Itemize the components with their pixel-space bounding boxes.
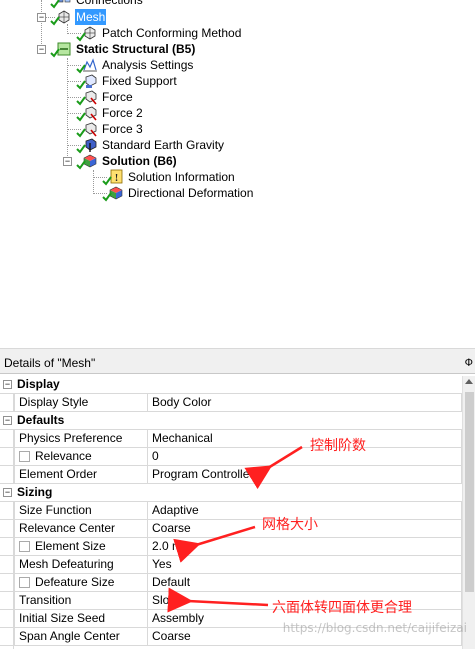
check-icon bbox=[102, 192, 112, 202]
collapse-solution-toggle[interactable]: − bbox=[63, 157, 72, 166]
property-row[interactable]: Display Style Body Color bbox=[0, 394, 462, 412]
connections-icon bbox=[50, 0, 72, 9]
pin-icon[interactable]: Ф bbox=[465, 357, 473, 369]
annotation-transition: 六面体转四面体更合理 bbox=[272, 600, 412, 616]
project-tree: − − − Connections Mesh Patch Conforming … bbox=[0, 0, 475, 348]
group-title: Display bbox=[17, 377, 60, 391]
solution-icon bbox=[76, 153, 98, 170]
property-label: Mesh Defeaturing bbox=[14, 556, 148, 573]
property-row[interactable]: Physics Preference Mechanical bbox=[0, 430, 462, 448]
check-icon bbox=[76, 160, 86, 170]
mesh-icon bbox=[50, 9, 72, 26]
tree-item-static-structural[interactable]: Static Structural (B5) bbox=[50, 41, 196, 58]
property-label: Initial Size Seed bbox=[14, 610, 148, 627]
property-row[interactable]: Mesh Defeaturing Yes bbox=[0, 556, 462, 574]
tree-item-force-2[interactable]: Force 2 bbox=[76, 105, 144, 122]
scroll-up-arrow-icon[interactable] bbox=[465, 379, 473, 384]
collapse-mesh-toggle[interactable]: − bbox=[37, 13, 46, 22]
tree-item-label: Force bbox=[102, 90, 133, 104]
tree-item-solution[interactable]: Solution (B6) bbox=[76, 153, 178, 170]
property-row[interactable]: Element Order Program Controlled bbox=[0, 466, 462, 484]
directional-deformation-icon bbox=[102, 185, 124, 202]
scroll-thumb[interactable] bbox=[465, 392, 474, 592]
tree-item-label: Force 2 bbox=[102, 106, 143, 120]
details-header: Details of "Mesh" Ф bbox=[0, 352, 475, 374]
details-title: Details of "Mesh" bbox=[4, 355, 96, 370]
tree-item-connections[interactable]: Connections bbox=[50, 0, 144, 9]
analysis-settings-icon bbox=[76, 57, 98, 74]
property-label: Display Style bbox=[14, 394, 148, 411]
property-row[interactable]: Defeature Size Default bbox=[0, 574, 462, 592]
property-label: Defeature Size bbox=[35, 575, 115, 589]
tree-item-force[interactable]: Force bbox=[76, 89, 134, 106]
mesh-method-icon bbox=[76, 25, 98, 42]
property-row[interactable]: Relevance 0 bbox=[0, 448, 462, 466]
property-label: Span Angle Center bbox=[14, 628, 148, 645]
details-scrollbar[interactable] bbox=[462, 376, 475, 649]
tree-item-label: Connections bbox=[76, 0, 143, 7]
tree-item-label: Force 3 bbox=[102, 122, 143, 136]
tree-item-label: Patch Conforming Method bbox=[102, 26, 242, 40]
parameter-checkbox[interactable] bbox=[19, 577, 30, 588]
annotation-element-order: 控制阶数 bbox=[310, 438, 366, 454]
tree-item-solution-information[interactable]: ! Solution Information bbox=[102, 169, 236, 186]
collapse-group-toggle[interactable]: − bbox=[3, 416, 12, 425]
group-defaults[interactable]: − Defaults bbox=[0, 412, 462, 430]
fixed-support-icon bbox=[76, 73, 98, 90]
tree-item-label: Standard Earth Gravity bbox=[102, 138, 225, 152]
property-value[interactable]: Mechanical bbox=[148, 430, 462, 447]
tree-item-mesh[interactable]: Mesh bbox=[50, 9, 107, 26]
property-value[interactable]: Program Controlled bbox=[148, 466, 462, 483]
svg-text:!: ! bbox=[115, 173, 118, 184]
collapse-group-toggle[interactable]: − bbox=[3, 488, 12, 497]
static-structural-icon bbox=[50, 41, 72, 58]
tree-item-force-3[interactable]: Force 3 bbox=[76, 121, 144, 138]
property-value[interactable]: Body Color bbox=[148, 394, 462, 411]
property-label: Relevance Center bbox=[14, 520, 148, 537]
collapse-group-toggle[interactable]: − bbox=[3, 380, 12, 389]
check-icon bbox=[50, 0, 60, 9]
tree-item-directional-deformation[interactable]: Directional Deformation bbox=[102, 185, 254, 202]
group-title: Defaults bbox=[17, 413, 65, 427]
parameter-checkbox[interactable] bbox=[19, 541, 30, 552]
force-icon bbox=[76, 121, 98, 138]
property-label: Transition bbox=[14, 592, 148, 609]
tree-item-analysis-settings[interactable]: Analysis Settings bbox=[76, 57, 194, 74]
property-value[interactable]: Yes bbox=[148, 556, 462, 573]
check-icon bbox=[50, 48, 60, 58]
force-icon bbox=[76, 89, 98, 106]
group-title: Sizing bbox=[17, 485, 53, 499]
property-value[interactable]: Default bbox=[148, 574, 462, 591]
tree-item-label: Solution Information bbox=[128, 170, 235, 184]
annotation-element-size: 网格大小 bbox=[262, 517, 318, 533]
property-value[interactable]: 0 bbox=[148, 448, 462, 465]
tree-item-label: Mesh bbox=[75, 9, 107, 25]
tree-item-label: Directional Deformation bbox=[128, 186, 254, 200]
collapse-static-structural-toggle[interactable]: − bbox=[37, 45, 46, 54]
group-display[interactable]: − Display bbox=[0, 376, 462, 394]
tree-item-fixed-support[interactable]: Fixed Support bbox=[76, 73, 178, 90]
solution-information-icon: ! bbox=[102, 169, 124, 186]
property-value[interactable]: 2.0 mm bbox=[148, 538, 462, 555]
tree-item-standard-earth-gravity[interactable]: Standard Earth Gravity bbox=[76, 137, 225, 154]
force-icon bbox=[76, 105, 98, 122]
tree-item-label: Static Structural (B5) bbox=[76, 42, 196, 56]
check-icon bbox=[50, 16, 60, 26]
property-label: Physics Preference bbox=[14, 430, 148, 447]
tree-item-label: Fixed Support bbox=[102, 74, 177, 88]
tree-item-patch-conforming-method[interactable]: Patch Conforming Method bbox=[76, 25, 242, 42]
property-row[interactable]: Relevance Center Coarse bbox=[0, 520, 462, 538]
group-sizing[interactable]: − Sizing bbox=[0, 484, 462, 502]
tree-item-label: Analysis Settings bbox=[102, 58, 194, 72]
property-label: Element Order bbox=[14, 466, 148, 483]
property-label: Size Function bbox=[14, 502, 148, 519]
property-row[interactable]: Size Function Adaptive bbox=[0, 502, 462, 520]
watermark: https://blog.csdn.net/caijifeizai bbox=[282, 621, 467, 635]
property-label: Element Size bbox=[35, 539, 106, 553]
gravity-icon bbox=[76, 137, 98, 154]
property-label: Relevance bbox=[35, 449, 92, 463]
tree-item-label: Solution (B6) bbox=[102, 154, 177, 168]
parameter-checkbox[interactable] bbox=[19, 451, 30, 462]
property-row[interactable]: Element Size 2.0 mm bbox=[0, 538, 462, 556]
